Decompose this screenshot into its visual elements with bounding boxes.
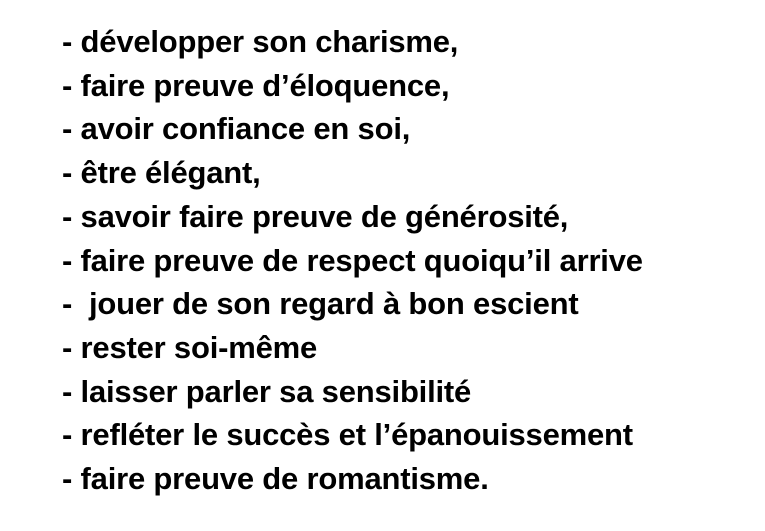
text-page: - développer son charisme, - faire preuv… <box>0 0 765 531</box>
list-item: - faire preuve d’éloquence, <box>62 67 450 103</box>
list-item: - avoir confiance en soi, <box>62 111 411 147</box>
list-item: - savoir faire preuve de générosité, <box>62 198 569 234</box>
list-item: - laisser parler sa sensibilité <box>62 373 472 409</box>
list-item: - rester soi-même <box>62 329 318 365</box>
list-item: - être élégant, <box>62 155 261 191</box>
list-item: - refléter le succès et l’épanouissement <box>62 417 633 453</box>
list-item: - développer son charisme, <box>62 24 459 59</box>
list-item: - jouer de son regard à bon escient <box>62 286 579 322</box>
list-item: - faire preuve de romantisme. <box>62 461 489 497</box>
list-item: - faire preuve de respect quoiqu’il arri… <box>62 242 643 278</box>
bullet-list: - développer son charisme, - faire preuv… <box>62 20 643 501</box>
